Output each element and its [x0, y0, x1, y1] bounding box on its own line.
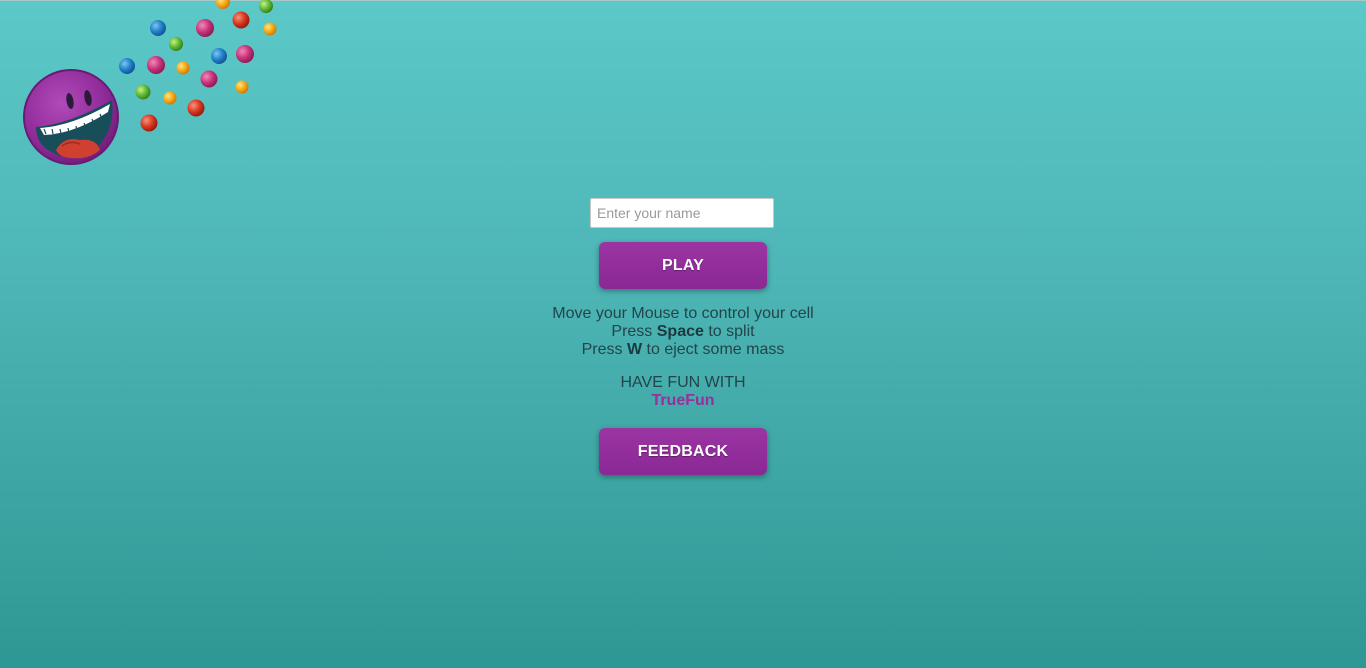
- brand-name: TrueFun: [651, 392, 715, 409]
- instruction-line-mouse: Move your Mouse to control your cell: [552, 305, 814, 322]
- feedback-button[interactable]: FEEDBACK: [599, 428, 767, 475]
- instruction-text: Press: [581, 341, 627, 358]
- have-fun-label: HAVE FUN WITH: [620, 374, 746, 391]
- purple-cell-mascot-icon: [23, 69, 119, 165]
- instruction-line-split: Press Space to split: [0, 323, 1366, 341]
- instruction-text: to eject some mass: [642, 341, 785, 358]
- main-panel: PLAY Move your Mouse to control your cel…: [0, 198, 1366, 475]
- have-fun-block: HAVE FUN WITH TrueFun: [0, 374, 1366, 410]
- key-space: Space: [656, 323, 704, 340]
- logo: [23, 0, 277, 165]
- name-input[interactable]: [590, 198, 774, 228]
- instruction-line-eject: Press W to eject some mass: [0, 341, 1366, 359]
- candy-pellets-icon: [119, 0, 277, 132]
- instruction-text: to split: [703, 323, 755, 340]
- play-button[interactable]: PLAY: [599, 242, 767, 289]
- instruction-text: Press: [611, 323, 657, 340]
- key-w: W: [626, 341, 643, 358]
- instructions: Move your Mouse to control your cell Pre…: [0, 305, 1366, 359]
